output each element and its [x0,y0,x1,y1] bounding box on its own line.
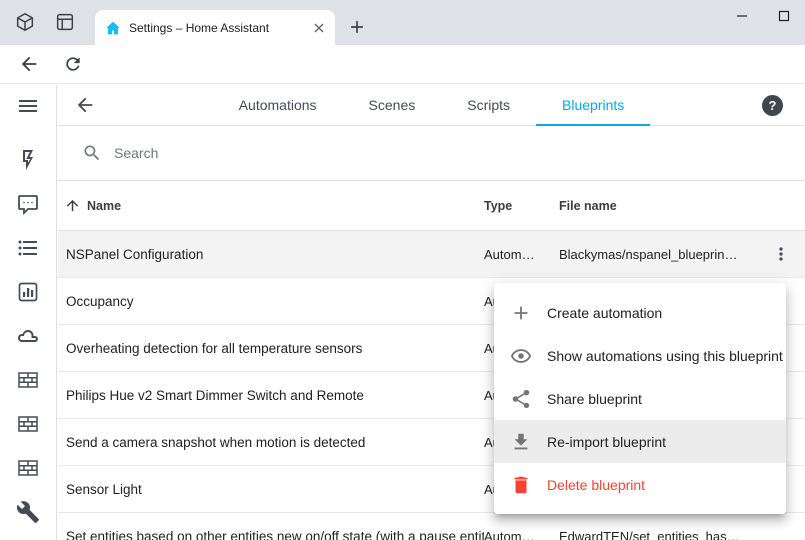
table-header: Name Type File name [58,181,805,231]
tab-close-icon[interactable] [311,20,327,36]
plus-icon [510,302,532,324]
refresh-icon[interactable] [63,54,83,74]
sidebar-item-logbook[interactable] [16,236,40,260]
row-name: Occupancy [58,294,484,309]
table-row-set-entities[interactable]: Set entities based on other entities new… [58,513,805,540]
browser-window: Settings – Home Assistant Not secure [0,0,805,540]
menu-item-create-automation[interactable]: Create automation [494,291,786,334]
row-name: Philips Hue v2 Smart Dimmer Switch and R… [58,388,484,403]
ha-tab-bar: Automations Scenes Scripts Blueprints [58,85,805,126]
search-bar [58,126,805,181]
sort-arrow-up-icon [64,197,81,214]
tab-blueprints[interactable]: Blueprints [536,85,650,126]
row-file: EdwardTEN/set_entities_has… [559,529,757,540]
blueprint-context-menu: Create automation Show automations using… [494,283,786,514]
home-assistant-favicon [105,20,121,36]
row-overflow-menu-icon[interactable] [771,244,791,264]
row-name: Set entities based on other entities new… [58,529,484,540]
search-icon [82,143,102,163]
tab-scenes[interactable]: Scenes [343,85,442,126]
sidebar-item-cloud[interactable] [16,324,40,348]
maximize-button[interactable] [763,0,805,32]
tab-actions-icon[interactable] [54,11,76,33]
table-row-nspanel[interactable]: NSPanel Configuration Autom… Blackymas/n… [58,231,805,278]
help-icon[interactable]: ? [762,95,783,116]
sidebar-item-bricks-1[interactable] [16,368,40,392]
window-controls [721,0,805,32]
browser-tab[interactable]: Settings – Home Assistant [95,10,335,45]
sidebar-item-bricks-3[interactable] [16,456,40,480]
tab-automations[interactable]: Automations [213,85,343,126]
row-type: Autom… [484,247,559,262]
search-input[interactable] [114,145,414,161]
row-name: Overheating detection for all temperatur… [58,341,484,356]
menu-item-show-automations[interactable]: Show automations using this blueprint [494,334,786,377]
sidebar-item-history[interactable] [16,280,40,304]
sidebar-item-energy[interactable] [16,148,40,172]
sidebar-menu-icon[interactable] [16,94,40,118]
minimize-button[interactable] [721,0,763,32]
share-icon [510,388,532,410]
row-name: Sensor Light [58,482,484,497]
column-name[interactable]: Name [58,197,484,214]
sidebar-item-developer-tools[interactable] [16,500,40,524]
workspaces-icon[interactable] [14,11,36,33]
sidebar-item-bricks-2[interactable] [16,412,40,436]
column-file-name[interactable]: File name [559,199,757,213]
menu-item-delete-blueprint[interactable]: Delete blueprint [494,463,786,506]
menu-item-reimport-blueprint[interactable]: Re-import blueprint [494,420,786,463]
browser-titlebar: Settings – Home Assistant [0,0,805,45]
tab-scripts[interactable]: Scripts [441,85,536,126]
ha-sidebar [0,85,57,540]
new-tab-icon[interactable] [347,17,367,37]
row-name: NSPanel Configuration [58,247,484,262]
back-icon[interactable] [18,53,40,75]
sidebar-item-assist[interactable] [16,192,40,216]
browser-navbar: Not secure homeassistant.local:8123/... [0,45,805,84]
row-name: Send a camera snapshot when motion is de… [58,435,484,450]
row-file: Blackymas/nspanel_blueprin… [559,247,757,262]
tab-title: Settings – Home Assistant [129,21,311,35]
ha-header: Automations Scenes Scripts Blueprints ? [58,85,805,126]
column-type[interactable]: Type [484,199,559,213]
import-download-icon [510,431,532,453]
eye-icon [510,345,532,367]
trash-icon [510,474,532,496]
row-type: Autom… [484,529,559,540]
menu-item-share-blueprint[interactable]: Share blueprint [494,377,786,420]
